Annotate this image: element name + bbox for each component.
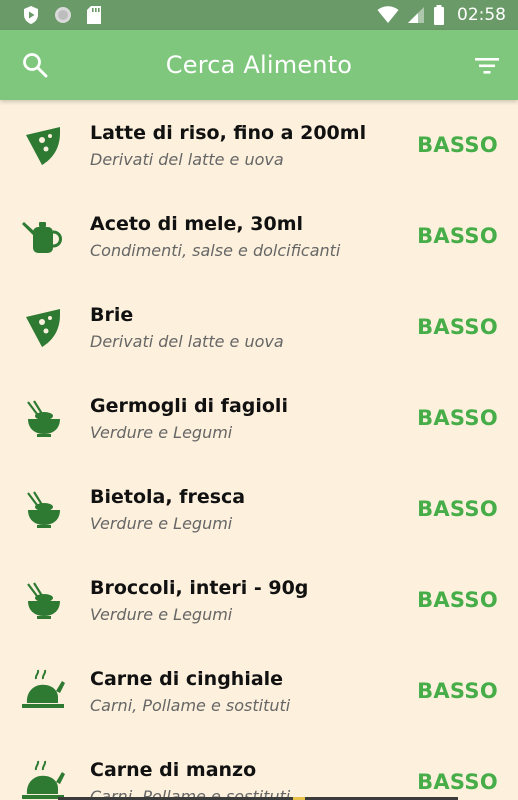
wifi-icon [377,6,399,23]
food-list: Latte di riso, fino a 200ml Derivati del… [0,100,518,800]
bowl-icon [27,491,60,528]
food-name: Carne di manzo [90,759,257,781]
food-name: Aceto di mele, 30ml [90,213,303,235]
food-name: Carne di cinghiale [90,668,284,690]
food-name: Latte di riso, fino a 200ml [90,122,367,144]
fodmap-level: BASSO [417,406,498,430]
bowl-icon [27,582,60,619]
food-name: Brie [90,304,134,326]
status-time: 02:58 [457,5,506,25]
teapot-icon [22,222,62,253]
food-category: Carni, Pollame e sostituti [90,696,291,715]
app-bar: Cerca Alimento [0,30,518,100]
food-category: Verdure e Legumi [90,514,233,533]
play-protect-icon [24,6,38,24]
food-category: Verdure e Legumi [90,605,233,624]
bowl-icon [27,400,60,437]
search-icon[interactable] [22,52,48,78]
food-category: Condimenti, salse e dolcificanti [90,241,341,260]
food-row[interactable]: Brie Derivati del latte e uova BASSO [0,282,518,373]
page-title: Cerca Alimento [165,51,353,79]
filter-icon[interactable] [474,53,500,79]
fodmap-level: BASSO [417,770,498,794]
food-name: Germogli di fagioli [90,395,288,417]
roast-icon [22,760,65,799]
food-row[interactable]: Broccoli, interi - 90g Verdure e Legumi … [0,555,518,646]
signal-icon [408,7,424,23]
food-row[interactable]: Carne di manzo Carni, Pollame e sostitut… [0,737,518,800]
fodmap-level: BASSO [417,315,498,339]
battery-icon [434,5,444,25]
food-row[interactable]: Bietola, fresca Verdure e Legumi BASSO [0,464,518,555]
fodmap-level: BASSO [417,133,498,157]
status-bar: 02:58 [0,0,518,30]
food-name: Bietola, fresca [90,486,246,508]
sd-card-icon [87,6,101,24]
food-name: Broccoli, interi - 90g [90,577,309,599]
food-category: Derivati del latte e uova [90,332,284,351]
food-row[interactable]: Carne di cinghiale Carni, Pollame e sost… [0,646,518,737]
roast-icon [22,669,65,708]
status-right: 02:58 [377,5,506,25]
fodmap-level: BASSO [417,224,498,248]
cheese-icon [26,127,60,165]
food-category: Derivati del latte e uova [90,150,284,169]
fodmap-level: BASSO [417,588,498,612]
cheese-icon [26,309,60,347]
fodmap-level: BASSO [417,679,498,703]
fodmap-level: BASSO [417,497,498,521]
circle-icon [55,7,71,23]
food-row[interactable]: Germogli di fagioli Verdure e Legumi BAS… [0,373,518,464]
food-row[interactable]: Latte di riso, fino a 200ml Derivati del… [0,100,518,191]
status-left [22,5,102,25]
food-category: Verdure e Legumi [90,423,233,442]
food-row[interactable]: Aceto di mele, 30ml Condimenti, salse e … [0,191,518,282]
